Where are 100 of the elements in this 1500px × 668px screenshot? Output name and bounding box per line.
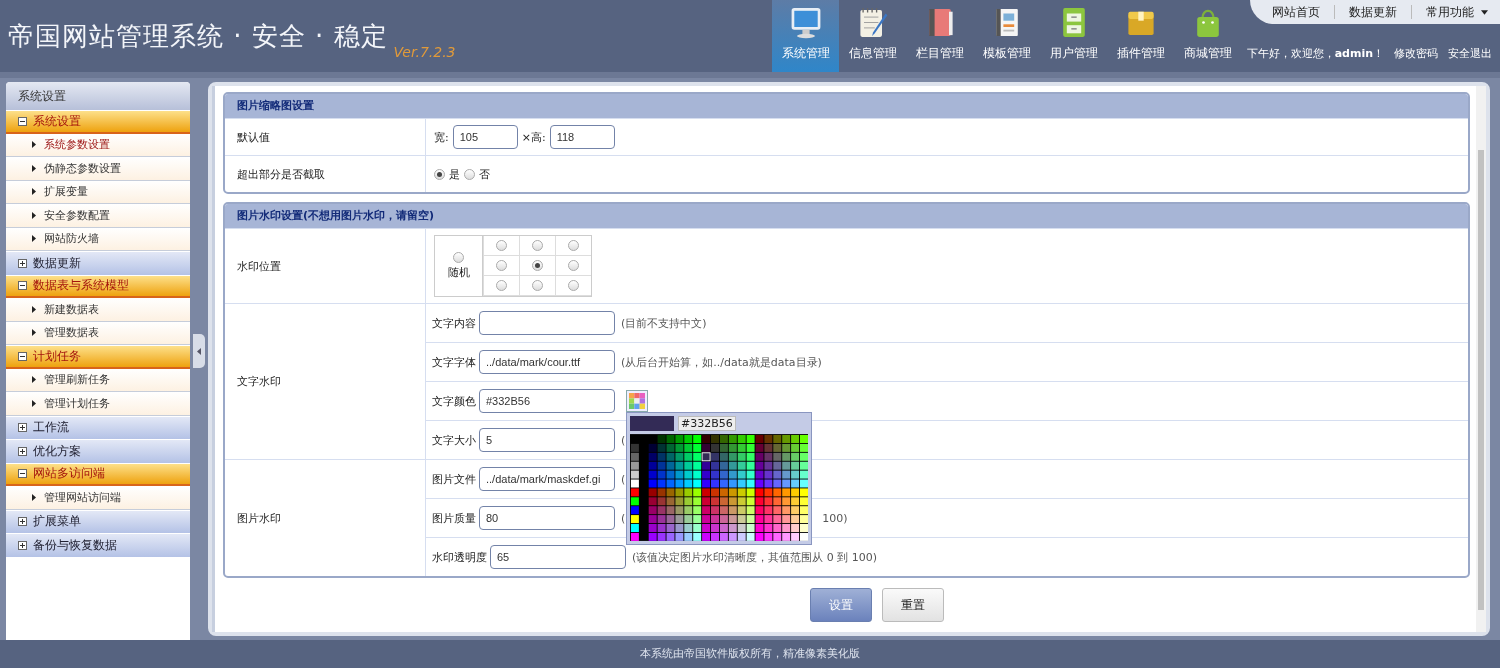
field-label: 文字水印 bbox=[225, 304, 426, 459]
plus-box-icon bbox=[18, 423, 27, 433]
nav-tab[interactable]: 商城管理 bbox=[1174, 0, 1241, 72]
radio-button[interactable] bbox=[532, 260, 543, 271]
triangle-icon bbox=[32, 211, 36, 219]
minus-box-icon bbox=[18, 281, 27, 291]
top-link[interactable]: 数据更新 bbox=[1349, 3, 1397, 21]
section-title: 图片缩略图设置 bbox=[225, 94, 1468, 118]
footer-text: 本系统由帝国软件版权所有，精准像素美化版 bbox=[0, 640, 1500, 668]
sidebar-group[interactable]: 优化方案 bbox=[6, 439, 190, 463]
nav-tab[interactable]: 插件管理 bbox=[1107, 0, 1174, 72]
field-label: 默认值 bbox=[225, 119, 426, 155]
plus-box-icon bbox=[18, 446, 27, 456]
hex-value: #332B56 bbox=[678, 416, 736, 431]
scrollbar[interactable] bbox=[1476, 86, 1486, 632]
text-input[interactable] bbox=[479, 311, 615, 335]
color-swatch-grid[interactable] bbox=[630, 434, 808, 541]
hint-text: (从后台开始算，如../data就是data目录) bbox=[621, 354, 822, 370]
radio-button[interactable] bbox=[568, 260, 579, 271]
sidebar-group[interactable]: 网站多访问端 bbox=[6, 462, 190, 486]
site-title: 帝国网站管理系统 · 安全 · 稳定 bbox=[8, 20, 388, 53]
sidebar-title: 系统设置 bbox=[6, 82, 190, 110]
plus-box-icon bbox=[18, 540, 27, 550]
collapse-handle[interactable] bbox=[193, 334, 205, 368]
field-label: 水印位置 bbox=[225, 229, 426, 303]
color-picker-button[interactable] bbox=[626, 390, 648, 412]
plus-box-icon bbox=[18, 258, 27, 268]
account-link[interactable]: 安全退出 bbox=[1448, 46, 1492, 61]
field-label: 文字大小 bbox=[432, 432, 476, 448]
height-input[interactable]: 118 bbox=[549, 125, 615, 149]
reset-button[interactable]: 重置 bbox=[881, 588, 944, 622]
hint-text: ( bbox=[621, 433, 626, 447]
sidebar-group[interactable]: 计划任务 bbox=[6, 345, 190, 369]
greeting-text: 下午好，欢迎您，admin！ bbox=[1246, 46, 1384, 61]
sidebar-item[interactable]: 网站防火墙 bbox=[6, 227, 190, 251]
sidebar-item[interactable]: 系统参数设置 bbox=[6, 133, 190, 157]
field-label: 文字颜色 bbox=[432, 393, 476, 409]
sidebar-item[interactable]: 管理刷新任务 bbox=[6, 368, 190, 392]
radio-button[interactable] bbox=[496, 240, 507, 251]
width-input[interactable]: 105 bbox=[452, 125, 518, 149]
field-label: 图片质量 bbox=[432, 510, 476, 526]
hint-text: (该值决定图片水印清晰度，其值范围从 0 到 100) bbox=[632, 549, 878, 565]
sidebar-group[interactable]: 数据更新 bbox=[6, 251, 190, 275]
field-label: 图片水印 bbox=[225, 460, 426, 576]
triangle-icon bbox=[32, 399, 36, 407]
triangle-icon bbox=[32, 329, 36, 337]
version-label: Ver.7.2.3 bbox=[393, 44, 456, 60]
radio-label: 是 bbox=[449, 166, 460, 182]
radio-button[interactable] bbox=[532, 240, 543, 251]
sidebar-group[interactable]: 扩展菜单 bbox=[6, 509, 190, 533]
nav-tab[interactable]: 模板管理 bbox=[973, 0, 1040, 72]
nav-tab[interactable]: 用户管理 bbox=[1040, 0, 1107, 72]
color-preview bbox=[630, 416, 674, 431]
field-label: 超出部分是否截取 bbox=[225, 156, 426, 192]
triangle-icon bbox=[32, 235, 36, 243]
account-link[interactable]: 修改密码 bbox=[1394, 46, 1438, 61]
radio-button[interactable] bbox=[434, 168, 445, 180]
field-label: 宽: bbox=[434, 129, 449, 145]
triangle-icon bbox=[32, 493, 36, 501]
radio-label: 否 bbox=[479, 166, 490, 182]
hint-text: (目前不支持中文) bbox=[621, 315, 707, 331]
triangle-icon bbox=[32, 164, 36, 172]
field-label: ×高: bbox=[521, 129, 546, 145]
top-link[interactable]: 网站首页 bbox=[1272, 3, 1320, 21]
triangle-icon bbox=[32, 376, 36, 384]
text-input[interactable]: ../data/mark/cour.ttf bbox=[479, 350, 615, 374]
sidebar-group[interactable]: 数据表与系统模型 bbox=[6, 274, 190, 298]
sidebar-item[interactable]: 伪静态参数设置 bbox=[6, 157, 190, 181]
triangle-icon bbox=[32, 141, 36, 149]
sidebar-item[interactable]: 安全参数配置 bbox=[6, 204, 190, 228]
nav-tab[interactable]: 系统管理 bbox=[772, 0, 839, 72]
text-input[interactable]: 80 bbox=[479, 506, 615, 530]
sidebar-group[interactable]: 系统设置 bbox=[6, 110, 190, 134]
radio-button[interactable] bbox=[453, 252, 464, 263]
radio-button[interactable] bbox=[568, 240, 579, 251]
nav-tab[interactable]: 栏目管理 bbox=[906, 0, 973, 72]
text-input[interactable]: #332B56 bbox=[479, 389, 615, 413]
nav-tab[interactable]: 信息管理 bbox=[839, 0, 906, 72]
plus-box-icon bbox=[18, 517, 27, 527]
field-label: 图片文件 bbox=[432, 471, 476, 487]
top-link[interactable]: 常用功能 bbox=[1426, 3, 1488, 21]
field-label: 文字字体 bbox=[432, 354, 476, 370]
text-input[interactable]: ../data/mark/maskdef.gi bbox=[479, 467, 615, 491]
triangle-icon bbox=[32, 305, 36, 313]
radio-button[interactable] bbox=[464, 168, 475, 180]
radio-button[interactable] bbox=[496, 260, 507, 271]
text-input[interactable]: 5 bbox=[479, 428, 615, 452]
radio-button[interactable] bbox=[496, 280, 507, 291]
text-input[interactable]: 65 bbox=[490, 545, 626, 569]
sidebar-group[interactable]: 备份与恢复数据 bbox=[6, 533, 190, 557]
sidebar-item[interactable]: 管理网站访问端 bbox=[6, 486, 190, 510]
radio-button[interactable] bbox=[532, 280, 543, 291]
sidebar-group[interactable]: 工作流 bbox=[6, 415, 190, 439]
minus-box-icon bbox=[18, 116, 27, 126]
radio-label: 随机 bbox=[447, 265, 470, 280]
hint-text: 100) bbox=[822, 511, 848, 525]
sidebar-item[interactable]: 管理计划任务 bbox=[6, 392, 190, 416]
radio-button[interactable] bbox=[568, 280, 579, 291]
sidebar-item[interactable]: 新建数据表 bbox=[6, 298, 190, 322]
sidebar-item[interactable]: 管理数据表 bbox=[6, 321, 190, 345]
